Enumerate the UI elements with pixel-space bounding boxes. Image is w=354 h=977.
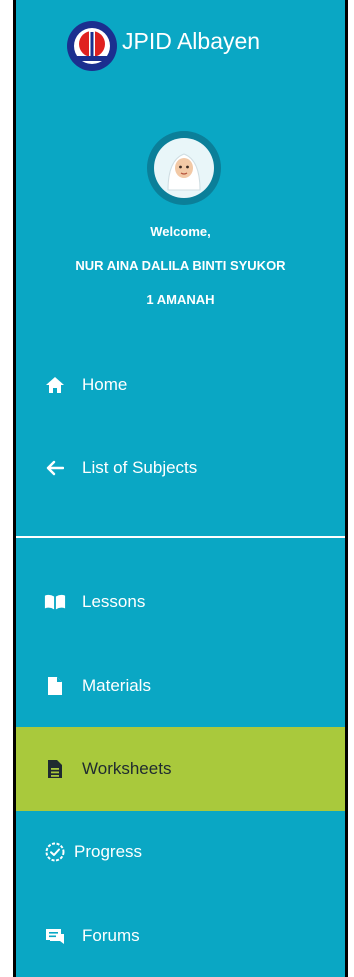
student-class: 1 AMANAH: [146, 292, 215, 307]
check-circle-icon: [44, 841, 66, 863]
menu-materials[interactable]: Materials: [16, 664, 345, 708]
document-lines-icon: [44, 758, 66, 780]
file-icon: [44, 675, 66, 697]
menu-materials-label: Materials: [82, 676, 151, 695]
nav-list-of-subjects-label: List of Subjects: [82, 458, 198, 477]
menu-lessons-label: Lessons: [82, 592, 146, 611]
home-icon: [44, 374, 66, 396]
book-open-icon: [44, 591, 66, 613]
chat-icon: [44, 925, 66, 947]
brand-name: JPID Albayen: [122, 28, 261, 54]
brand-header[interactable]: JPID Albayen: [16, 0, 345, 90]
menu-forums-label: Forums: [82, 926, 140, 945]
student-name: NUR AINA DALILA BINTI SYUKOR: [75, 258, 286, 273]
welcome-text: Welcome,: [150, 224, 211, 239]
menu-progress-label: Progress: [74, 842, 143, 861]
menu-worksheets[interactable]: Worksheets: [16, 727, 345, 811]
menu-worksheets-label: Worksheets: [82, 759, 172, 778]
menu-forums[interactable]: Forums: [16, 914, 345, 958]
nav-home-label: Home: [82, 375, 128, 394]
arrow-left-icon: [44, 457, 66, 479]
nav-list-of-subjects[interactable]: List of Subjects: [16, 446, 345, 490]
nav-home[interactable]: Home: [16, 363, 345, 407]
sidebar: JPID Albayen Welcome, NUR AINA DALILA BI…: [13, 0, 348, 977]
menu-progress[interactable]: Progress: [16, 830, 345, 874]
divider: [16, 536, 345, 538]
menu-lessons[interactable]: Lessons: [16, 580, 345, 624]
student-avatar: [147, 131, 221, 205]
school-logo: [67, 21, 117, 71]
